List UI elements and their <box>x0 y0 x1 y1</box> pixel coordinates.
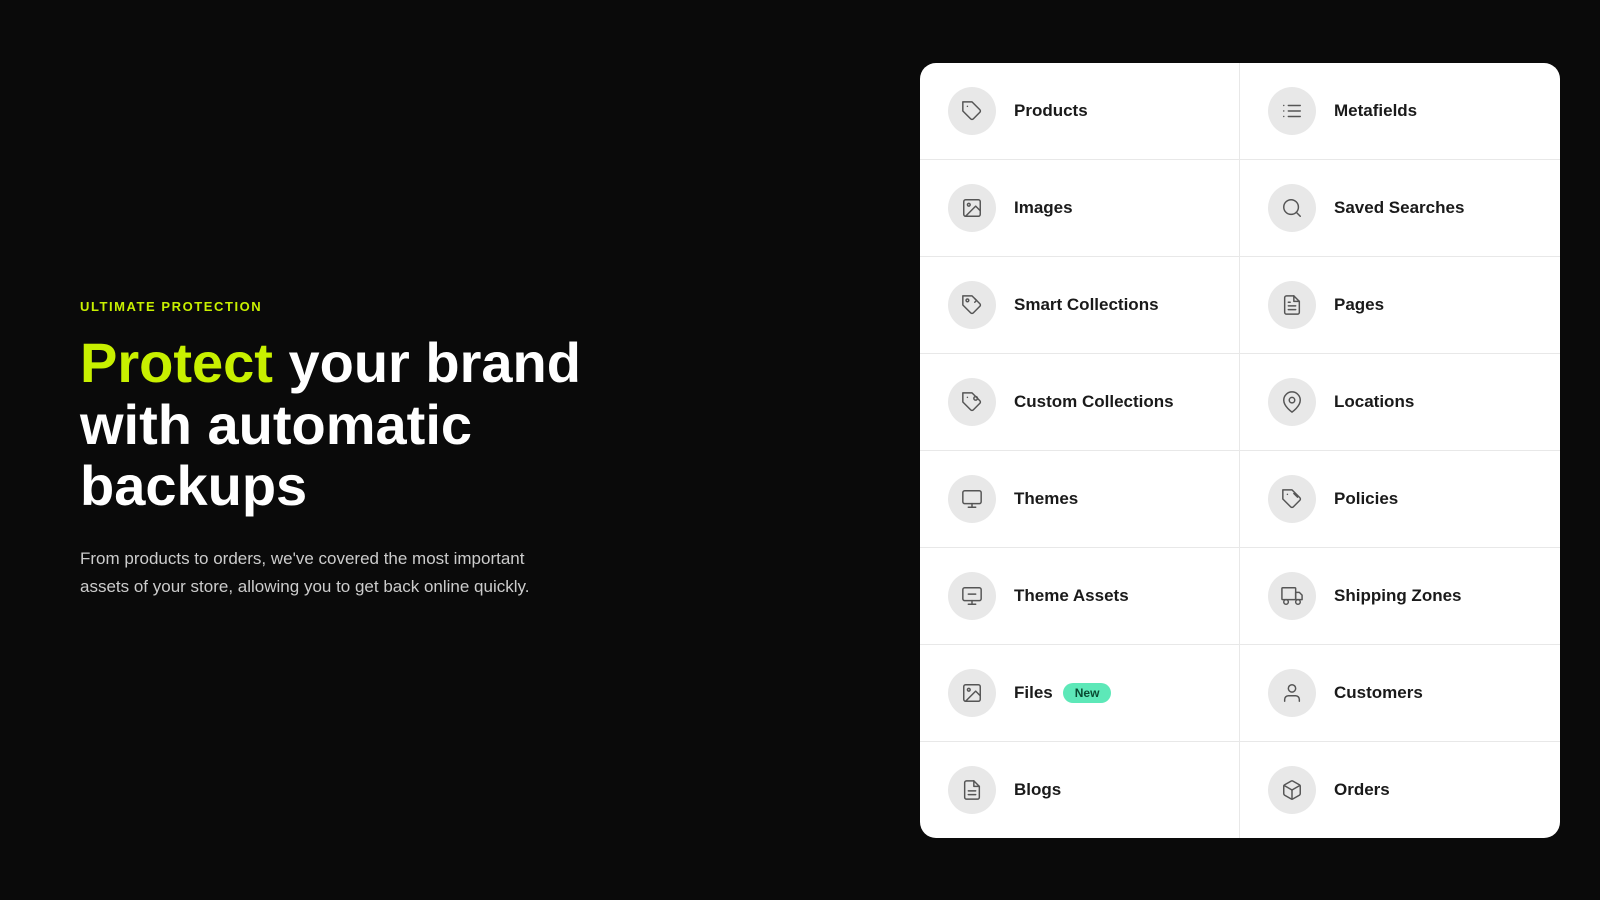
shipping-icon <box>1281 585 1303 607</box>
grid-item-blogs[interactable]: Blogs <box>920 742 1240 838</box>
products-label: Products <box>1014 101 1088 121</box>
grid-item-images[interactable]: Images <box>920 160 1240 257</box>
grid-item-files[interactable]: Files New <box>920 645 1240 742</box>
feature-grid: Products Metafields <box>920 63 1560 838</box>
themes-label: Themes <box>1014 489 1078 509</box>
description-text: From products to orders, we've covered t… <box>80 545 560 601</box>
grid-item-customers[interactable]: Customers <box>1240 645 1560 742</box>
image-icon <box>961 197 983 219</box>
grid-item-custom-collections[interactable]: Custom Collections <box>920 354 1240 451</box>
theme-assets-label: Theme Assets <box>1014 586 1129 606</box>
smart-collection-icon <box>961 294 983 316</box>
grid-item-saved-searches[interactable]: Saved Searches <box>1240 160 1560 257</box>
tag-icon <box>961 100 983 122</box>
pages-icon-circle <box>1268 281 1316 329</box>
orders-icon-circle <box>1268 766 1316 814</box>
headline-highlight: Protect <box>80 331 273 394</box>
feature-grid-panel: Products Metafields <box>920 63 1560 838</box>
orders-icon <box>1281 779 1303 801</box>
locations-icon-circle <box>1268 378 1316 426</box>
customers-label: Customers <box>1334 683 1423 703</box>
files-icon <box>961 682 983 704</box>
blogs-label: Blogs <box>1014 780 1061 800</box>
smart-collections-label: Smart Collections <box>1014 295 1159 315</box>
pages-icon <box>1281 294 1303 316</box>
images-icon-circle <box>948 184 996 232</box>
saved-searches-label: Saved Searches <box>1334 198 1464 218</box>
eyebrow-label: ULTIMATE PROTECTION <box>80 299 680 314</box>
grid-item-locations[interactable]: Locations <box>1240 354 1560 451</box>
themes-icon-circle <box>948 475 996 523</box>
grid-item-shipping-zones[interactable]: Shipping Zones <box>1240 548 1560 645</box>
theme-assets-icon <box>961 585 983 607</box>
grid-item-smart-collections[interactable]: Smart Collections <box>920 257 1240 354</box>
blogs-icon <box>961 779 983 801</box>
files-icon-circle <box>948 669 996 717</box>
products-icon-circle <box>948 87 996 135</box>
metafields-icon-circle <box>1268 87 1316 135</box>
grid-item-theme-assets[interactable]: Theme Assets <box>920 548 1240 645</box>
custom-collections-icon-circle <box>948 378 996 426</box>
search-icon <box>1281 197 1303 219</box>
files-label: Files New <box>1014 683 1111 703</box>
grid-item-pages[interactable]: Pages <box>1240 257 1560 354</box>
grid-item-products[interactable]: Products <box>920 63 1240 160</box>
policies-icon-circle <box>1268 475 1316 523</box>
smart-collections-icon-circle <box>948 281 996 329</box>
customers-icon-circle <box>1268 669 1316 717</box>
metafields-label: Metafields <box>1334 101 1417 121</box>
theme-assets-icon-circle <box>948 572 996 620</box>
custom-collection-icon <box>961 391 983 413</box>
list-icon <box>1281 100 1303 122</box>
shipping-zones-label: Shipping Zones <box>1334 586 1462 606</box>
grid-item-policies[interactable]: Policies <box>1240 451 1560 548</box>
grid-item-themes[interactable]: Themes <box>920 451 1240 548</box>
theme-icon <box>961 488 983 510</box>
custom-collections-label: Custom Collections <box>1014 392 1174 412</box>
orders-label: Orders <box>1334 780 1390 800</box>
new-badge: New <box>1063 683 1112 703</box>
policies-label: Policies <box>1334 489 1398 509</box>
pages-label: Pages <box>1334 295 1384 315</box>
customer-icon <box>1281 682 1303 704</box>
left-panel: ULTIMATE PROTECTION Protect your brandwi… <box>0 0 760 900</box>
saved-searches-icon-circle <box>1268 184 1316 232</box>
blogs-icon-circle <box>948 766 996 814</box>
headline: Protect your brandwith automatic backups <box>80 332 680 517</box>
policies-icon <box>1281 488 1303 510</box>
grid-item-orders[interactable]: Orders <box>1240 742 1560 838</box>
grid-item-metafields[interactable]: Metafields <box>1240 63 1560 160</box>
shipping-zones-icon-circle <box>1268 572 1316 620</box>
images-label: Images <box>1014 198 1073 218</box>
location-icon <box>1281 391 1303 413</box>
locations-label: Locations <box>1334 392 1414 412</box>
